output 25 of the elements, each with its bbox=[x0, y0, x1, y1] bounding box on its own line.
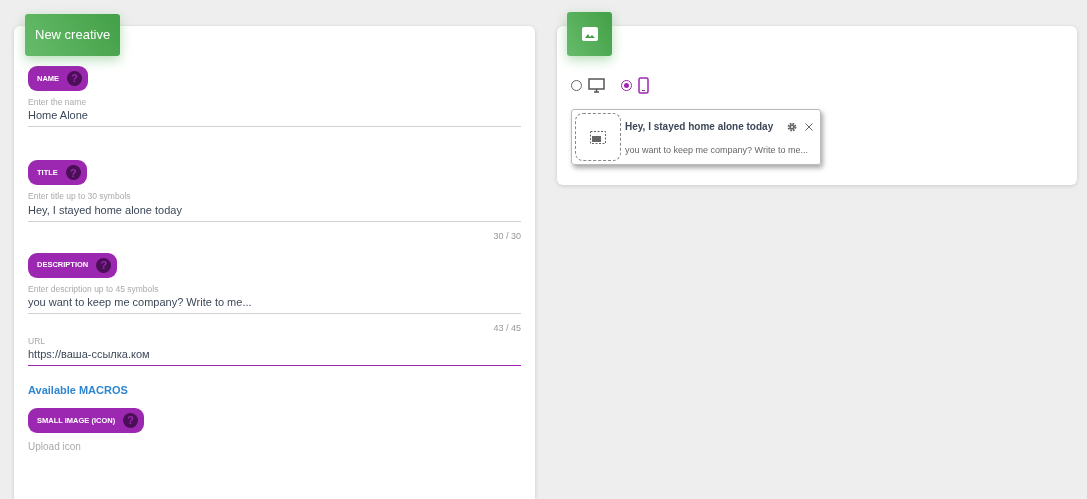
character-counter: 30 / 30 bbox=[492, 230, 521, 242]
input-field[interactable]: Hey, I stayed home alone today bbox=[28, 201, 521, 222]
help-icon: ? bbox=[123, 413, 139, 429]
help-icon: ? bbox=[65, 165, 81, 181]
notification-title: Hey, I stayed home alone today bbox=[625, 120, 775, 134]
input-field[interactable]: https://ваша-ссылка.ком bbox=[28, 345, 521, 367]
field-label: Upload icon bbox=[28, 441, 82, 454]
field-label: URL bbox=[28, 335, 46, 346]
field-label: Enter description up to 45 symbols bbox=[28, 283, 160, 294]
settings-icon[interactable] bbox=[787, 121, 797, 132]
input-field[interactable]: Home Alone bbox=[28, 107, 521, 128]
field-label: Enter title up to 30 symbols bbox=[28, 191, 132, 202]
image-icon bbox=[590, 130, 606, 144]
form-title: New creative bbox=[25, 14, 121, 56]
phone-icon[interactable] bbox=[638, 77, 649, 94]
character-counter: 43 / 45 bbox=[492, 322, 521, 334]
notification-text: you want to keep me company? Write to me... bbox=[625, 144, 809, 157]
macros-link[interactable]: Available MACROS bbox=[28, 382, 128, 399]
input-field[interactable]: you want to keep me company? Write to me... bbox=[28, 293, 521, 314]
field-label: Enter the name bbox=[28, 97, 88, 108]
close-icon[interactable] bbox=[805, 122, 813, 131]
image-icon bbox=[581, 27, 598, 41]
monitor-icon[interactable] bbox=[588, 78, 605, 93]
help-icon: ? bbox=[96, 257, 112, 273]
help-icon: ? bbox=[67, 71, 83, 86]
